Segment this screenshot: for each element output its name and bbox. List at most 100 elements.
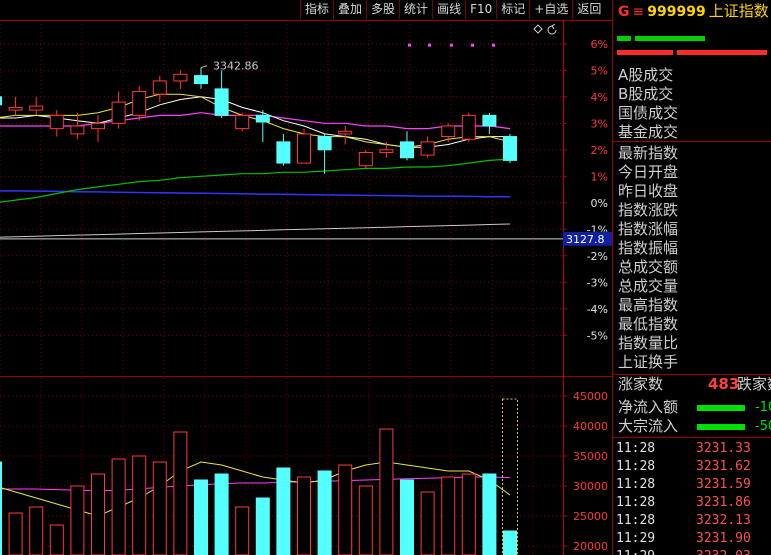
pct-tick-label: -2% (587, 250, 608, 263)
candle-body[interactable] (91, 122, 105, 130)
toolbar-multi-button[interactable]: 多股 (366, 0, 399, 19)
volume-bar[interactable] (482, 473, 497, 555)
volume-bar[interactable] (70, 485, 85, 555)
volume-tick-label: 35000 (573, 450, 608, 463)
index-stat-label: 上证换手 (618, 353, 679, 371)
pct-tick-label: 4% (591, 91, 608, 104)
volume-bar[interactable] (379, 428, 394, 555)
toolbar-add_watch-button[interactable]: +自选 (529, 0, 572, 19)
candle-body[interactable] (503, 136, 517, 161)
toolbar-stats-button[interactable]: 统计 (399, 0, 432, 19)
volume-bar[interactable] (255, 497, 270, 555)
index-code: 999999 (647, 4, 706, 20)
candle-body[interactable] (70, 125, 85, 135)
tick-row[interactable]: 11:28 3231.86 (616, 494, 771, 512)
tick-price: 3232.03 (696, 548, 751, 555)
tick-price: 3232.13 (696, 513, 751, 528)
high-price-label: 3342.86 (213, 60, 259, 73)
candle-body[interactable] (338, 130, 353, 135)
candle-body[interactable] (317, 136, 332, 151)
tick-time: 11:29 (616, 548, 696, 555)
candle-body[interactable] (441, 125, 456, 138)
candle-body[interactable] (420, 141, 435, 156)
candle-body[interactable] (111, 101, 126, 124)
toolbar-f10-button[interactable]: F10 (465, 0, 496, 19)
index-stat-label: 昨日收盘 (618, 182, 679, 200)
volume-bar[interactable] (49, 524, 64, 555)
volume-bar[interactable] (317, 470, 332, 555)
ratio-bars (613, 24, 771, 64)
index-chart[interactable]: 6%5%4%3%2%1%0%-1%-2%-3%-4%-5%3127.8 4500… (0, 0, 612, 555)
index-stat-label: 总成交量 (618, 277, 679, 295)
pct-tick-label: 1% (591, 170, 608, 183)
volume-bar[interactable] (91, 473, 105, 555)
volume-bar[interactable] (214, 473, 229, 555)
menu-icon[interactable]: ≡ (633, 4, 645, 20)
candle-body[interactable] (379, 149, 394, 153)
candle-body[interactable] (173, 73, 188, 82)
tick-row[interactable]: 11:29 3231.90 (616, 530, 771, 548)
volume-bar[interactable] (8, 512, 23, 555)
volume-bar[interactable] (400, 479, 414, 555)
pct-tick-label: 2% (591, 144, 608, 157)
candle-body[interactable] (29, 105, 44, 111)
index-stat-label: 指数振幅 (618, 239, 679, 257)
volume-bar[interactable] (503, 530, 517, 555)
pct-tick-label: -3% (587, 276, 608, 289)
volume-bar[interactable] (132, 455, 147, 555)
candle-body[interactable] (400, 141, 414, 159)
tick-price: 3231.33 (696, 441, 751, 456)
candle-body[interactable] (132, 91, 147, 116)
candle-body[interactable] (255, 114, 270, 123)
candle-body[interactable] (276, 141, 291, 164)
candle-body[interactable] (297, 133, 311, 164)
tick-row[interactable]: 11:293232.03 (616, 548, 771, 555)
separator (613, 437, 771, 438)
tick-time: 11:29 (616, 531, 656, 546)
toolbar-mark-button[interactable]: 标记 (496, 0, 529, 19)
volume-bar[interactable] (441, 476, 456, 555)
volume-bar[interactable] (111, 458, 126, 555)
volume-bar[interactable] (358, 485, 373, 555)
candle-body[interactable] (8, 106, 23, 111)
candle-body[interactable] (194, 75, 208, 85)
crosshair-value: 3127.8 (566, 233, 605, 246)
tick-row[interactable]: 11:28 3231.59 (616, 476, 771, 494)
volume-bar[interactable] (297, 476, 311, 555)
toolbar-back-button[interactable]: 返回 (572, 0, 605, 19)
candle-body[interactable] (49, 114, 64, 130)
volume-bar[interactable] (152, 461, 167, 555)
volume-bar[interactable] (235, 506, 250, 555)
candle-body[interactable] (358, 151, 373, 167)
pct-tick-label: -4% (587, 303, 608, 316)
decliners-label: 跌家数 (737, 375, 771, 393)
volume-bar[interactable] (338, 464, 353, 555)
index-stat-label: 今日开盘 (618, 163, 679, 181)
net-inflow-value: -10 (755, 400, 771, 415)
toolbar-indicator-button[interactable]: 指标 (300, 0, 333, 19)
volume-bar[interactable] (276, 467, 291, 555)
candle-body[interactable] (0, 96, 2, 106)
toolbar-draw-button[interactable]: 画线 (432, 0, 465, 19)
candle-body[interactable] (482, 114, 497, 127)
volume-bar[interactable] (194, 479, 208, 555)
candle-body[interactable] (235, 114, 250, 130)
volume-bar[interactable] (29, 506, 44, 555)
tick-row[interactable]: 11:28 3231.62 (616, 458, 771, 476)
volume-bar[interactable] (0, 461, 2, 555)
candle-body[interactable] (461, 114, 476, 140)
index-stat-label: 指数涨幅 (618, 220, 679, 238)
tick-row[interactable]: 11:28 3232.13 (616, 512, 771, 530)
volume-bar[interactable] (173, 431, 188, 555)
index-stat-label: 最高指数 (618, 296, 679, 314)
volume-bar[interactable] (420, 491, 435, 555)
g-flag-icon[interactable]: G (613, 4, 630, 20)
net-inflow-label: 净流入额 (618, 398, 679, 416)
volume-bar[interactable] (461, 473, 476, 555)
candle-body[interactable] (214, 88, 229, 116)
tick-time: 11:28 (616, 495, 656, 510)
candle-body[interactable] (152, 80, 167, 95)
toolbar-overlay-button[interactable]: 叠加 (333, 0, 366, 19)
tick-row[interactable]: 11:28 3231.33 (616, 440, 771, 458)
signal-dot (450, 43, 453, 47)
